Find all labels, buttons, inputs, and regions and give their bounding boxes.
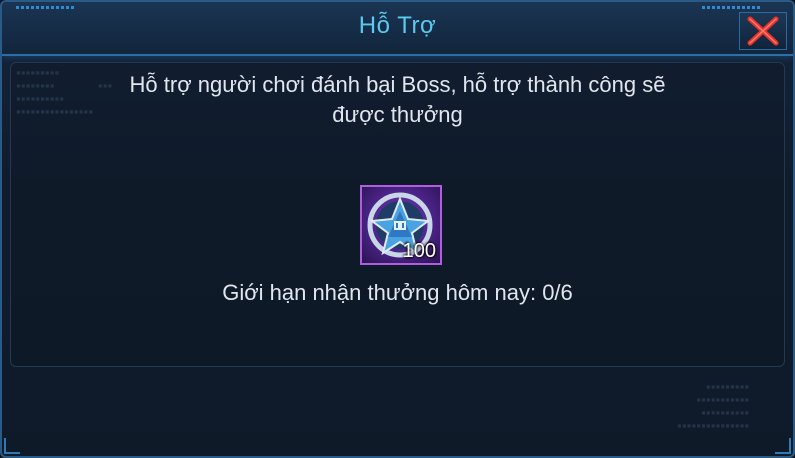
frame-corner-bottom-left bbox=[4, 438, 20, 454]
header-decoration-left bbox=[16, 6, 74, 10]
close-x-icon bbox=[747, 16, 779, 46]
reward-quantity: 100 bbox=[402, 240, 436, 262]
close-button[interactable] bbox=[739, 12, 787, 50]
frame-corner-bottom-right bbox=[775, 438, 791, 454]
reward-item-slot[interactable]: 100 bbox=[360, 185, 442, 265]
header-decoration-right bbox=[702, 6, 760, 10]
dialog-title: Hỗ Trợ bbox=[358, 12, 437, 39]
daily-reward-limit: Giới hạn nhận thưởng hôm nay: 0/6 bbox=[222, 280, 573, 305]
support-dialog: Hỗ Trợ ▪▪▪▪▪▪▪▪▪ ▪▪▪▪▪▪▪▪ ▪▪▪ ▪▪▪▪▪▪▪▪▪▪ ▪▪… bbox=[0, 0, 795, 458]
background-decoration-right: ▪▪▪▪▪▪▪▪▪ ▪▪▪▪▪▪▪▪▪▪▪ ▪▪▪▪▪▪▪▪▪▪ ▪▪▪▪▪▪▪▪▪▪… bbox=[677, 382, 750, 430]
description-line-2: được thưởng bbox=[332, 102, 463, 127]
description-line-1: Hỗ trợ người chơi đánh bại Boss, hỗ trợ … bbox=[129, 72, 666, 97]
support-description: Hỗ trợ người chơi đánh bại Boss, hỗ trợ … bbox=[62, 70, 733, 130]
dialog-header: Hỗ Trợ bbox=[2, 2, 793, 56]
